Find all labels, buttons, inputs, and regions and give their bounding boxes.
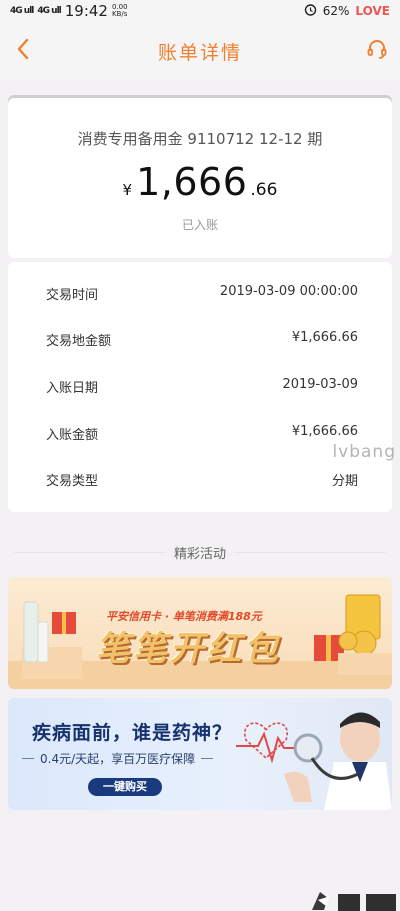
dash-right	[201, 758, 214, 759]
bill-detail-card: 交易时间 2019-03-09 00:00:00 交易地金额 ¥1,666.66…	[8, 262, 392, 512]
detail-row-posted-amount: 入账金额 ¥1,666.66	[46, 424, 358, 443]
signal-indicator-2: 4G ull	[37, 6, 61, 16]
posting-status: 已入账	[181, 218, 218, 232]
promo-banner-medical-insurance[interactable]: 疾病面前，谁是药神？ 0.4元/天起，享百万医疗保障 一键购买	[8, 698, 392, 810]
detail-row-transaction-type: 交易类型 分期	[46, 470, 358, 489]
network-speed: 0.00 KB/s	[112, 4, 128, 18]
banner2-subtitle-row: 0.4元/天起，享百万医疗保障	[22, 750, 214, 767]
watermark: lvbang	[332, 442, 396, 462]
amount-integer: 1,666	[136, 160, 248, 204]
detail-label: 入账日期	[46, 381, 99, 396]
detail-value: ¥1,666.66	[291, 424, 358, 439]
customer-service-button[interactable]	[362, 36, 392, 66]
corner-logo-icon	[312, 892, 396, 911]
amount-decimal: .66	[250, 180, 278, 200]
promotions-header: 精彩活动	[0, 540, 400, 564]
detail-value: 2019-03-09	[282, 377, 358, 392]
chevron-left-icon	[16, 38, 30, 64]
battery-percent: 62%	[322, 4, 350, 18]
promotions-title: 精彩活动	[165, 542, 234, 562]
detail-row-transaction-time: 交易时间 2019-03-09 00:00:00	[46, 284, 358, 303]
detail-label: 交易类型	[46, 474, 99, 489]
amount-currency: ¥	[122, 181, 133, 199]
promo-banner-red-envelope[interactable]: 平安信用卡 · 单笔消费满188元 笔笔开红包	[8, 577, 392, 689]
dash-left	[22, 758, 34, 759]
bill-amount: ¥ 1,666 .66	[8, 160, 392, 204]
detail-label: 交易时间	[46, 288, 99, 303]
bill-subtitle: 消费专用备用金 9110712 12-12 期	[77, 130, 323, 148]
bill-summary-card: 消费专用备用金 9110712 12-12 期 ¥ 1,666 .66 已入账	[8, 98, 392, 258]
buy-now-button[interactable]: 一键购买	[88, 778, 162, 796]
page-title: 账单详情	[157, 41, 242, 64]
banner2-title: 疾病面前，谁是药神？	[32, 722, 233, 744]
headset-icon	[365, 37, 389, 65]
banner1-title: 笔笔开红包	[96, 629, 281, 669]
status-time: 19:42	[64, 2, 108, 20]
detail-row-posting-date: 入账日期 2019-03-09	[46, 377, 358, 396]
detail-label: 入账金额	[46, 428, 99, 443]
status-bar: 4G ull 4G ull 19:42 0.00 KB/s 62% LOVE	[0, 0, 400, 22]
brand-text: LOVE	[355, 4, 390, 18]
detail-label: 交易地金额	[46, 334, 112, 349]
back-button[interactable]	[8, 36, 38, 66]
banner2-subtitle: 0.4元/天起，享百万医疗保障	[40, 752, 196, 766]
status-right: 62% LOVE	[304, 3, 390, 19]
network-speed-unit: KB/s	[111, 10, 128, 18]
alarm-icon	[304, 3, 317, 19]
detail-row-transaction-amount: 交易地金额 ¥1,666.66	[46, 330, 358, 349]
signal-indicator-1: 4G ull	[10, 6, 34, 16]
status-left: 4G ull 4G ull 19:42 0.00 KB/s	[10, 2, 128, 20]
detail-value: ¥1,666.66	[291, 330, 358, 345]
detail-value: 分期	[331, 474, 358, 489]
detail-value: 2019-03-09 00:00:00	[219, 284, 358, 299]
nav-bar: 账单详情	[0, 22, 400, 80]
